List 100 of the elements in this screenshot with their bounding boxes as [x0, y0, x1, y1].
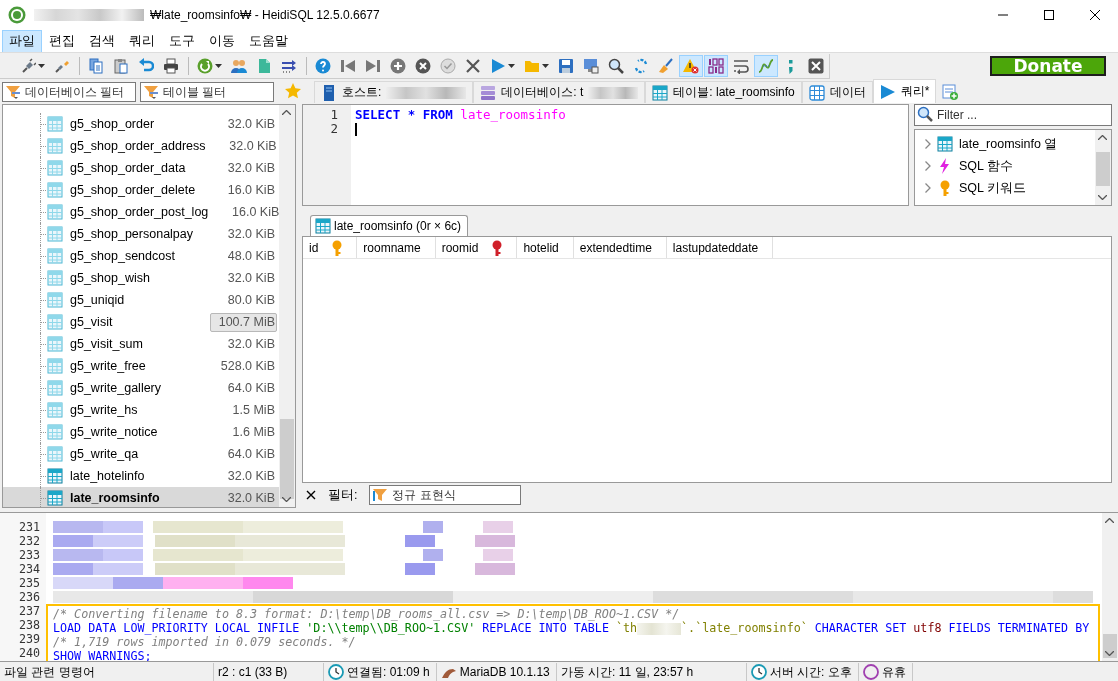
scrollbar[interactable]	[279, 105, 295, 507]
tab[interactable]: 데이터	[801, 81, 873, 103]
tree-item[interactable]: g5_write_qa 64.0 KiB	[3, 443, 279, 465]
scroll-thumb[interactable]	[1103, 634, 1117, 659]
tree-item[interactable]: g5_shop_order_address 32.0 KiB	[3, 135, 279, 157]
toolbar-button[interactable]	[704, 54, 728, 77]
filter-label: 필터:	[328, 486, 358, 504]
tree-item[interactable]: g5_shop_order 32.0 KiB	[3, 113, 279, 135]
table-icon	[47, 292, 63, 308]
table-icon	[47, 226, 63, 242]
helper-item[interactable]: SQL 함수	[915, 155, 1095, 177]
table-size: 80.0 KiB	[227, 293, 275, 307]
save-icon	[558, 57, 574, 74]
tab[interactable]: 쿼리*	[872, 79, 937, 103]
table-icon	[47, 160, 63, 176]
table-icon	[47, 336, 63, 352]
tab[interactable]: 테이블: late_roomsinfo	[645, 81, 802, 103]
menu-item[interactable]: 편집	[42, 29, 82, 53]
close-filter-button[interactable]	[306, 490, 316, 500]
table-size: 32.0 KiB	[227, 337, 275, 351]
plus-icon	[390, 57, 406, 74]
scroll-thumb[interactable]	[1096, 152, 1110, 186]
menu-item[interactable]: 파일	[2, 29, 42, 53]
tree-item[interactable]: g5_visit_sum 32.0 KiB	[3, 333, 279, 355]
filter-field[interactable]: Filter ...	[914, 104, 1112, 126]
scroll-thumb[interactable]	[280, 418, 294, 499]
tree-item[interactable]: g5_write_notice 1.6 MiB	[3, 421, 279, 443]
tab[interactable]: 데이터베이스: t	[473, 81, 646, 103]
scroll-up-icon	[282, 110, 291, 115]
scrollbar[interactable]	[1095, 130, 1111, 205]
clipboard-icon	[113, 57, 129, 74]
menu-item[interactable]: 쿼리	[122, 29, 162, 53]
line-number: 231	[17, 520, 41, 534]
menu-item[interactable]: 검색	[82, 29, 122, 53]
log-line: /* 1,719 rows imported in 0.079 seconds. */	[53, 635, 356, 649]
menu-item[interactable]: 도움말	[242, 29, 295, 53]
tree-item[interactable]: g5_shop_sendcost 48.0 KiB	[3, 245, 279, 267]
table-size: 32.0 KiB	[227, 161, 275, 175]
new-tab-icon[interactable]	[942, 84, 959, 100]
table-size: 32.0 KiB	[227, 469, 275, 483]
close-box-icon	[808, 57, 824, 74]
column-header[interactable]: roomid	[435, 237, 518, 258]
log-line: LOAD DATA LOW_PRIORITY LOCAL INFILE 'D:\\temp\\DB_ROO~1.CSV' REPLACE INTO TABLE `th `.`late_roomsinfo` CHARACTER SET utf8 FIELDS TERMINATED BY	[53, 621, 1090, 635]
printer-icon	[163, 57, 179, 74]
column-header[interactable]: extendedtime	[573, 237, 667, 258]
scroll-down-icon	[1105, 651, 1114, 656]
scrollbar[interactable]	[1102, 513, 1118, 661]
table-icon	[937, 136, 953, 152]
tree-item[interactable]: g5_shop_wish 32.0 KiB	[3, 267, 279, 289]
line-number: 238	[17, 618, 41, 632]
play-icon	[879, 83, 896, 100]
wave-icon	[758, 57, 774, 74]
helper-item[interactable]: late_roomsinfo 열	[915, 133, 1095, 155]
close-icon	[306, 490, 316, 500]
text-cursor	[355, 123, 357, 136]
menu-item[interactable]: 이동	[202, 29, 242, 53]
table-filter-field[interactable]: 테이블 필터	[140, 82, 274, 102]
tree-item[interactable]: late_roomsinfo 32.0 KiB	[3, 487, 279, 507]
tab[interactable]: 호스트:	[314, 81, 474, 103]
table-icon	[47, 314, 63, 330]
sql-editor[interactable]: 1 2 SELECT * FROM late_roomsinfo	[302, 104, 909, 206]
clock-icon	[328, 664, 344, 680]
expander-icon	[925, 183, 931, 193]
star-icon[interactable]	[284, 82, 302, 100]
column-header[interactable]: id	[303, 237, 358, 258]
menu-item[interactable]: 도구	[162, 29, 202, 53]
undo-icon	[138, 57, 154, 74]
log-line: /* Converting filename to 8.3 format: D:\temp\DB_rooms_all.csv => D:\temp\DB_ROO~1.CSV */	[53, 607, 680, 621]
line-number: 2	[329, 122, 339, 136]
tree-item[interactable]: g5_shop_order_post_log 16.0 KiB	[3, 201, 279, 223]
table-size: 528.0 KiB	[220, 359, 275, 373]
tree-item[interactable]: g5_uniqid 80.0 KiB	[3, 289, 279, 311]
tree-item[interactable]: g5_write_free 528.0 KiB	[3, 355, 279, 377]
status-field: r2 : c1 (33 B)	[214, 663, 324, 681]
tree-item[interactable]: g5_write_hs 1.5 MiB	[3, 399, 279, 421]
table-icon	[47, 468, 63, 484]
circle-icon	[862, 664, 879, 680]
table-icon	[47, 116, 63, 132]
column-header[interactable]: lastupdateddate	[666, 237, 774, 258]
window-title: ₩late_roomsinfo₩ - HeidiSQL 12.5.0.6677	[150, 8, 380, 22]
tree-item[interactable]: g5_visit 100.7 MiB	[3, 311, 279, 333]
scroll-down-icon	[1098, 195, 1107, 200]
column-header[interactable]: hotelid	[517, 237, 574, 258]
table-icon	[47, 358, 63, 374]
tree-item[interactable]: g5_shop_order_data 32.0 KiB	[3, 157, 279, 179]
column-header[interactable]: roomname	[357, 237, 436, 258]
database-filter-field[interactable]: 데이터베이스 필터	[2, 82, 136, 102]
skip-forward-icon	[365, 57, 381, 74]
expander-icon	[925, 161, 931, 171]
wrap-icon	[733, 57, 749, 74]
tree-item[interactable]: g5_shop_personalpay 32.0 KiB	[3, 223, 279, 245]
table-size: 1.6 MiB	[232, 425, 275, 439]
helper-item[interactable]: SQL 키워드	[915, 177, 1095, 199]
result-tab[interactable]: late_roomsinfo (0r × 6c)	[310, 215, 469, 236]
regex-filter-field[interactable]: 정규 표현식	[369, 485, 522, 505]
toolbar-button[interactable]	[679, 54, 703, 77]
tree-item[interactable]: g5_shop_order_delete 16.0 KiB	[3, 179, 279, 201]
table-icon	[47, 248, 63, 264]
tree-item[interactable]: g5_write_gallery 64.0 KiB	[3, 377, 279, 399]
server-icon	[321, 84, 337, 101]
